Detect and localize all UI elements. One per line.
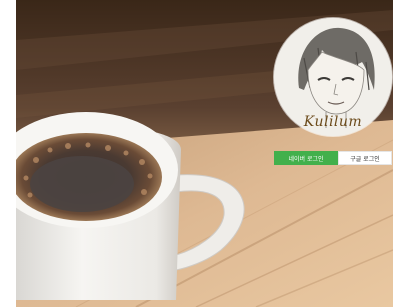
profile-avatar: Kulilum <box>274 18 392 136</box>
naver-login-label: 네이버 로그인 <box>288 155 324 163</box>
signature-text: Kulilum <box>303 114 363 130</box>
page-root: Kulilum 네이버 로그인 구글 로그인 <box>0 0 393 307</box>
login-button-group: 네이버 로그인 구글 로그인 <box>274 151 392 165</box>
google-login-button[interactable]: 구글 로그인 <box>338 151 392 165</box>
naver-login-button[interactable]: 네이버 로그인 <box>274 151 338 165</box>
google-login-label: 구글 로그인 <box>350 155 380 163</box>
